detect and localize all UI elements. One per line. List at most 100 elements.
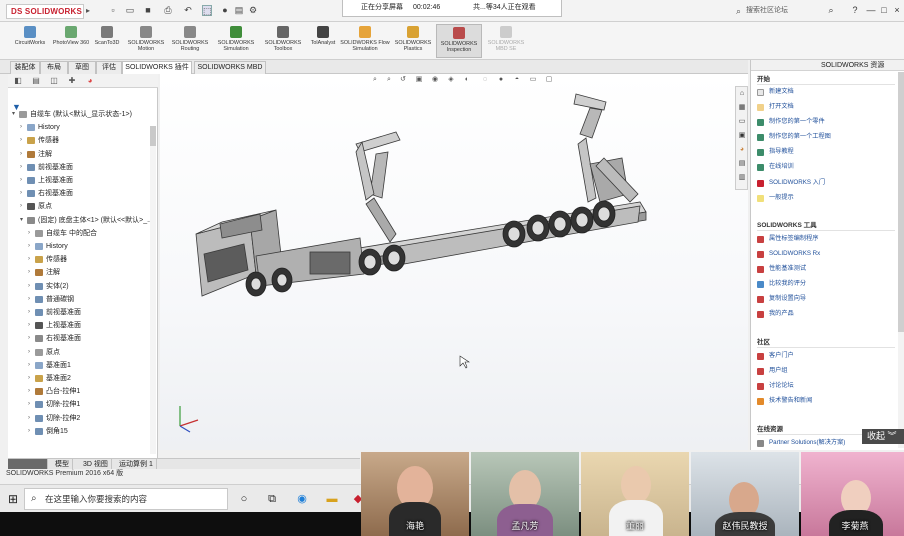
cmd-inspection[interactable]: SOLIDWORKS Inspection [436, 24, 482, 58]
design-library-icon[interactable]: ▦ [737, 103, 747, 113]
tree-item[interactable]: › 自缆车 中的配合 [8, 227, 156, 240]
graphics-area[interactable]: ⌕ ⌕ ↺ ▣ ◉ ◈ ◐ ◌ ● ◓ ▭ ▢ [160, 74, 748, 450]
tab-assembly[interactable]: 装配体 [10, 61, 40, 74]
file-properties-icon[interactable]: ▤ [234, 5, 244, 16]
expand-arrow-icon[interactable]: › [28, 306, 30, 319]
edge-browser-icon[interactable]: ◉ [294, 491, 310, 507]
cmd-scanto3d[interactable]: ScanTo3D [90, 24, 124, 58]
close-button[interactable]: × [892, 4, 902, 16]
tree-item[interactable]: › 注解 [8, 148, 156, 161]
tree-item[interactable]: › 传感器 [8, 134, 156, 147]
cmd-flow-simulation[interactable]: SOLIDWORKS Flow Simulation [340, 24, 390, 58]
video-tile[interactable]: 赵伟民教授 [691, 452, 799, 536]
undo-icon[interactable]: ↶ [183, 5, 193, 16]
cmd-motion[interactable]: SOLIDWORKS Motion [124, 24, 168, 58]
expand-arrow-icon[interactable]: › [28, 425, 30, 438]
video-tile[interactable]: 孟凡芳 [471, 452, 579, 536]
viewer-count[interactable]: 共...等34人正在观看 [473, 0, 536, 16]
tree-item[interactable]: › 切除-拉伸1 [8, 398, 156, 411]
windows-start-icon[interactable]: ⊞ [6, 492, 20, 506]
tree-item[interactable]: ▾ 自缆车 (默认<默认_显示状态-1>) [8, 108, 156, 121]
collapse-button[interactable]: 收起 ︾ [862, 429, 904, 444]
cmd-toolbox[interactable]: SOLIDWORKS Toolbox [260, 24, 306, 58]
menu-arrow-icon[interactable]: ▸ [86, 6, 94, 16]
expand-arrow-icon[interactable]: › [28, 319, 30, 332]
cmd-photoview[interactable]: PhotoView 360 [52, 24, 90, 58]
expand-arrow-icon[interactable]: › [20, 187, 22, 200]
new-file-icon[interactable]: ▫ [108, 5, 118, 16]
cmd-routing[interactable]: SOLIDWORKS Routing [168, 24, 212, 58]
expand-arrow-icon[interactable]: › [28, 293, 30, 306]
expand-arrow-icon[interactable]: › [28, 398, 30, 411]
tree-item[interactable]: › 倒角15 [8, 425, 156, 438]
expand-arrow-icon[interactable]: › [20, 134, 22, 147]
tree-item[interactable]: › 前视基准面 [8, 306, 156, 319]
appearances-icon[interactable]: ◕ [737, 145, 747, 155]
expand-arrow-icon[interactable]: › [28, 266, 30, 279]
expand-arrow-icon[interactable]: › [28, 227, 30, 240]
tab-solidworks-addins[interactable]: SOLIDWORKS 插件 [122, 61, 192, 74]
dimxpert-icon[interactable]: ✚ [66, 76, 78, 86]
tab-layout[interactable]: 布局 [40, 61, 68, 74]
scroll-thumb[interactable] [150, 126, 156, 146]
options-gear-icon[interactable]: ⚙ [248, 5, 258, 16]
tree-item[interactable]: › 切除-拉伸2 [8, 412, 156, 425]
select-icon[interactable]: ⬚ [202, 5, 212, 16]
minimize-button[interactable]: — [866, 4, 876, 16]
tree-item[interactable]: › 右视基准面 [8, 187, 156, 200]
home-icon[interactable]: ⌂ [737, 89, 747, 99]
tree-item[interactable]: ▾ (固定) 底盘主体<1> (默认<<默认>_... [8, 214, 156, 227]
tab-evaluate[interactable]: 评估 [96, 61, 122, 74]
cmd-simulation[interactable]: SOLIDWORKS Simulation [212, 24, 260, 58]
tree-scrollbar[interactable] [150, 126, 156, 454]
configuration-manager-icon[interactable]: ◫ [48, 76, 60, 86]
restore-button[interactable]: □ [879, 4, 889, 16]
expand-arrow-icon[interactable]: › [20, 200, 22, 213]
tree-item[interactable]: › History [8, 240, 156, 253]
custom-properties-icon[interactable]: ▤ [737, 159, 747, 169]
video-tile[interactable]: 李菊燕 [801, 452, 904, 536]
rebuild-icon[interactable]: ● [220, 5, 230, 16]
expand-arrow-icon[interactable]: › [20, 148, 22, 161]
display-manager-icon[interactable]: ◕ [84, 76, 96, 86]
cmd-tolanalyst[interactable]: TolAnalyst [306, 24, 340, 58]
expand-arrow-icon[interactable]: › [28, 346, 30, 359]
taskbar-search-input[interactable]: 在这里输入你要搜索的内容 [45, 494, 147, 504]
tree-item[interactable]: › 右视基准面 [8, 332, 156, 345]
tree-item[interactable]: › 前视基准面 [8, 161, 156, 174]
tab-sketch[interactable]: 草图 [68, 61, 96, 74]
expand-arrow-icon[interactable]: › [20, 121, 22, 134]
tree-item[interactable]: › 凸台-拉伸1 [8, 385, 156, 398]
expand-arrow-icon[interactable]: › [20, 174, 22, 187]
expand-arrow-icon[interactable]: › [28, 332, 30, 345]
expand-arrow-icon[interactable]: › [28, 253, 30, 266]
expand-arrow-icon[interactable]: › [28, 280, 30, 293]
search-icon[interactable]: ⌕ [826, 4, 836, 16]
cortana-icon[interactable]: ○ [236, 491, 252, 507]
task-pane-scrollbar[interactable] [898, 72, 904, 448]
property-manager-icon[interactable]: ▤ [30, 76, 42, 86]
tree-item[interactable]: › 上视基准面 [8, 174, 156, 187]
expand-arrow-icon[interactable]: › [20, 161, 22, 174]
file-explorer-icon[interactable]: ▭ [737, 117, 747, 127]
video-tile[interactable]: 海艳 [361, 452, 469, 536]
tree-item[interactable]: › 原点 [8, 346, 156, 359]
solidworks-forum-icon[interactable]: ▥ [737, 173, 747, 183]
tree-item[interactable]: › 原点 [8, 200, 156, 213]
tree-item[interactable]: › 普通碳钢 [8, 293, 156, 306]
taskbar-search[interactable]: ⌕ 在这里输入你要搜索的内容 [24, 488, 228, 510]
expand-arrow-icon[interactable]: › [28, 372, 30, 385]
community-search[interactable]: ⌕ 搜索社区论坛 [736, 4, 836, 18]
task-view-icon[interactable]: ⧉ [264, 491, 280, 507]
tree-item[interactable]: › History [8, 121, 156, 134]
cmd-mbd-se[interactable]: SOLIDWORKS MBD SE [484, 24, 528, 58]
tree-item[interactable]: › 上视基准面 [8, 319, 156, 332]
solidworks-logo[interactable]: DS SOLIDWORKS [6, 4, 84, 19]
save-icon[interactable]: ■ [143, 5, 153, 16]
view-palette-icon[interactable]: ▣ [737, 131, 747, 141]
expand-arrow-icon[interactable]: ▾ [20, 214, 23, 227]
expand-arrow-icon[interactable]: ▾ [12, 108, 15, 121]
search-input[interactable]: 搜索社区论坛 [746, 4, 788, 18]
cmd-circuitworks[interactable]: CircuitWorks [10, 24, 50, 58]
expand-arrow-icon[interactable]: › [28, 412, 30, 425]
